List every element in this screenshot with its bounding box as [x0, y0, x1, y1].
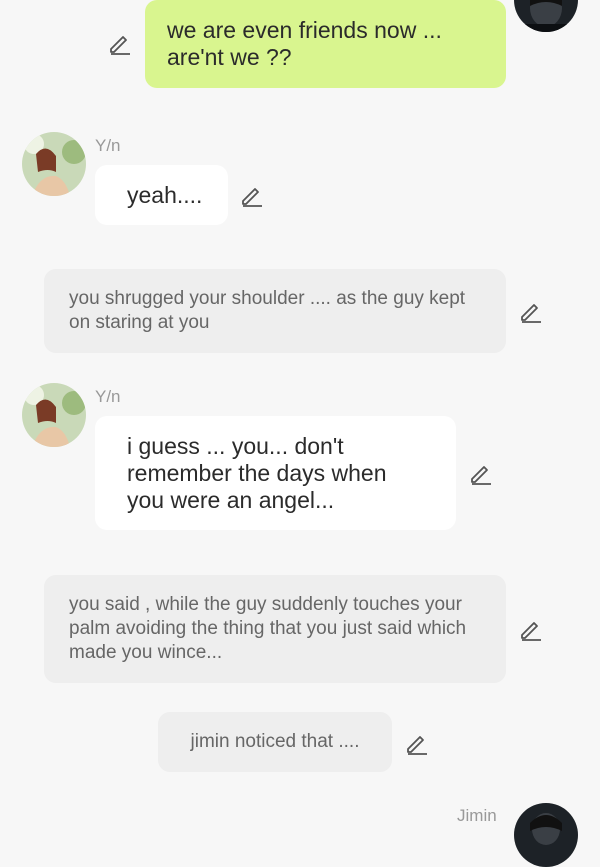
avatar-jimin-top[interactable] [514, 0, 578, 32]
received-message-bubble: yeah.... [95, 165, 228, 225]
edit-message-icon[interactable] [108, 31, 132, 55]
narration-bubble: you shrugged your shoulder .... as the g… [44, 269, 506, 353]
narration-bubble: jimin noticed that .... [158, 712, 392, 772]
sender-name: Y/n [95, 387, 121, 406]
avatar-yn[interactable] [22, 132, 86, 196]
edit-message-icon[interactable] [240, 183, 264, 207]
sent-message-bubble: we are even friends now ... are'nt we ?? [145, 0, 506, 88]
sender-name: Jimin [457, 806, 497, 825]
avatar-yn[interactable] [22, 383, 86, 447]
edit-message-icon[interactable] [519, 617, 543, 641]
sender-name: Y/n [95, 136, 121, 155]
narration-bubble: you said , while the guy suddenly touche… [44, 575, 506, 683]
edit-message-icon[interactable] [519, 299, 543, 323]
received-message-bubble: i guess ... you... don't remember the da… [95, 416, 456, 530]
edit-message-icon[interactable] [405, 731, 429, 755]
edit-message-icon[interactable] [469, 461, 493, 485]
avatar-jimin[interactable] [514, 803, 578, 867]
